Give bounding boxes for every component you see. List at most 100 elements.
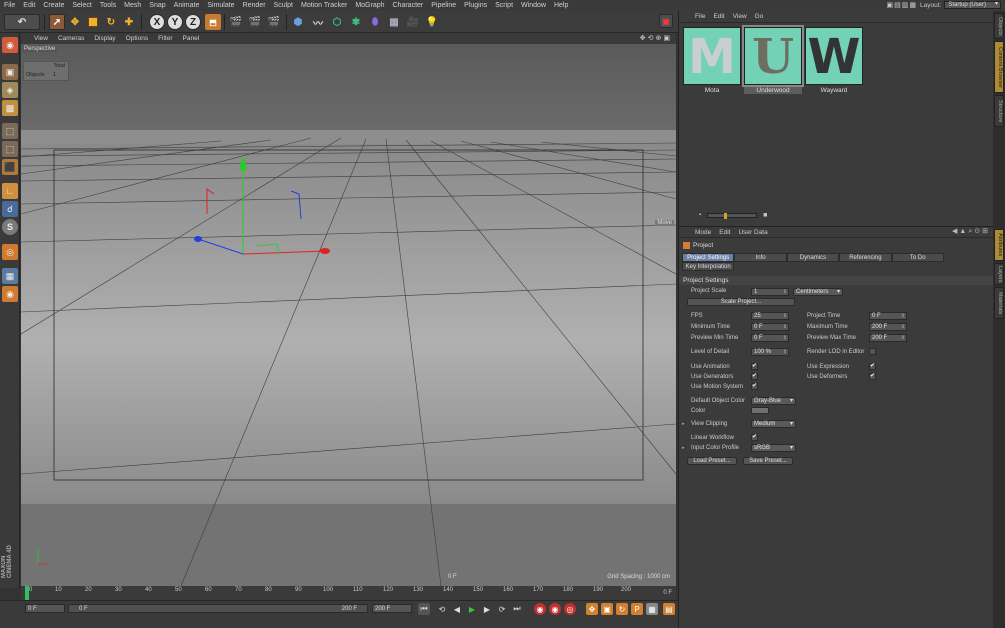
preview-max-time-field[interactable]: 200 F ⇕ [869,334,907,342]
parameter-track-button[interactable]: P [631,603,643,615]
menu-render[interactable]: Render [239,2,270,9]
viewport-menu-view[interactable]: View [29,35,53,42]
tab-objects[interactable]: Objects [994,13,1004,39]
tab-layers[interactable]: Layers [994,263,1004,285]
last-tool-button[interactable]: ✚ [121,14,137,30]
tab-dynamics[interactable]: Dynamics [786,253,840,262]
color-swatch[interactable] [751,407,769,414]
viewport-panel[interactable]: View Cameras Display Options Filter Pane… [21,33,676,586]
edges-mode-button[interactable]: ⬚ [2,141,18,157]
rotation-track-button[interactable]: ↻ [616,603,628,615]
render-view-button[interactable]: 🎬 [228,14,244,30]
use-expression-checkbox[interactable]: ✔ [869,363,876,370]
default-object-color-select[interactable]: Gray-Blue [751,397,796,405]
next-key-button[interactable]: ⟳ [496,603,508,615]
load-preset-button[interactable]: Load Preset... [687,457,737,465]
stepper-icon[interactable]: ⇕ [901,313,905,320]
timeline-ruler[interactable]: 0 10 20 30 40 50 60 70 80 90 100 110 120… [21,586,676,600]
cb-menu-edit[interactable]: Edit [709,13,728,20]
stepper-icon[interactable]: ⇕ [901,335,905,342]
use-deformers-checkbox[interactable]: ✔ [869,373,876,380]
previous-frame-button[interactable]: ◀ [451,603,463,615]
tab-attributes[interactable]: Attributes [994,229,1004,261]
viewport-nav-icons[interactable]: ✥⟲⊕▣ [640,34,672,42]
coordinate-system-button[interactable]: ⬒ [205,14,221,30]
linear-workflow-checkbox[interactable]: ✔ [751,434,758,441]
workplane-mode-button[interactable]: ▩ [2,100,18,116]
points-mode-button[interactable]: ⬚ [2,123,18,139]
axis-y-button[interactable]: Y [167,14,183,30]
use-generators-checkbox[interactable]: ✔ [751,373,758,380]
tab-info[interactable]: Info [734,253,787,262]
menu-pipeline[interactable]: Pipeline [427,2,460,9]
start-frame-field[interactable]: 0 F [25,604,65,613]
snap-button[interactable]: S [2,219,18,235]
menu-simulate[interactable]: Simulate [203,2,238,9]
go-to-start-button[interactable]: ⏮ [418,603,430,615]
menu-file[interactable]: File [0,2,19,9]
level-of-detail-field[interactable]: 100 % ⇕ [751,348,789,356]
project-time-field[interactable]: 0 F ⇕ [869,312,907,320]
interactive-render-button[interactable]: ▣ [659,14,673,28]
scale-project-button[interactable]: Scale Project... [687,298,795,306]
tab-key-interpolation[interactable]: Key Interpolation [682,262,735,271]
expand-arrow-icon[interactable]: ▸ [682,445,685,451]
am-menu-mode[interactable]: Mode [691,229,715,236]
model-mode-button[interactable]: ▣ [2,64,18,80]
viewport-menu-display[interactable]: Display [89,35,120,42]
layout-select[interactable]: Startup (User) [944,1,1001,9]
menu-create[interactable]: Create [39,2,68,9]
record-keys-button[interactable]: ◉ [534,603,546,615]
stepper-icon[interactable]: ⇕ [783,335,787,342]
go-to-end-button[interactable]: ⏭ [511,603,523,615]
select-tool-button[interactable]: ➚ [49,14,65,30]
spline-pen-button[interactable]: 〰 [310,14,326,30]
tab-project-settings[interactable]: Project Settings [682,253,735,262]
menu-tools[interactable]: Tools [96,2,120,9]
point-level-button[interactable]: ▦ [646,603,658,615]
undo-button[interactable]: ↶ [4,14,40,30]
scale-track-button[interactable]: ▣ [601,603,613,615]
make-editable-button[interactable]: ◉ [2,37,18,53]
floor-object-button[interactable]: ▦ [386,14,402,30]
scale-tool-button[interactable] [85,14,101,30]
render-picture-viewer-button[interactable]: 🎬 [247,14,263,30]
expand-arrow-icon[interactable]: ▸ [682,421,685,427]
planar-workplane-button[interactable]: ▦ [2,268,18,284]
light-object-button[interactable]: 💡 [424,14,440,30]
render-lod-checkbox[interactable] [869,348,876,355]
cube-primitive-button[interactable]: ⬢ [290,14,306,30]
stepper-icon[interactable]: ⇕ [901,324,905,331]
move-tool-button[interactable]: ✥ [67,14,83,30]
tab-referencing[interactable]: Referencing [839,253,892,262]
fps-field[interactable]: 25 ⇕ [751,312,789,320]
texture-mode-button[interactable]: ◈ [2,82,18,98]
use-motion-system-checkbox[interactable]: ✔ [751,383,758,390]
axis-z-button[interactable]: Z [185,14,201,30]
end-frame-field[interactable]: 200 F [372,604,412,613]
tab-materials[interactable]: Materials [994,287,1004,319]
tweak-mode-button[interactable]: ☌ [2,201,18,217]
next-frame-button[interactable]: ▶ [481,603,493,615]
save-preset-button[interactable]: Save Preset... [743,457,793,465]
menu-snap[interactable]: Snap [145,2,169,9]
stepper-icon[interactable]: ⇕ [783,324,787,331]
tab-content-browser[interactable]: Content Browser [994,41,1004,93]
menu-plugins[interactable]: Plugins [460,2,491,9]
previous-key-button[interactable]: ⟲ [436,603,448,615]
menu-help[interactable]: Help [550,2,572,9]
slider-handle[interactable] [724,212,728,219]
large-thumb-icon[interactable]: ■ [763,212,767,219]
cb-menu-go[interactable]: Go [751,13,768,20]
array-object-button[interactable]: ✾ [348,14,364,30]
stepper-icon[interactable]: ⇕ [783,349,787,356]
lock-workplane-button[interactable]: ◎ [2,244,18,260]
am-menu-user-data[interactable]: User Data [734,229,771,236]
stepper-icon[interactable]: ⇕ [783,289,787,296]
preview-range-slider[interactable]: 0 F 200 F [68,604,368,613]
thumbnail-underwood[interactable]: U [742,25,804,87]
timeline-window-button[interactable]: ▤ [663,603,675,615]
layout-icons[interactable]: ▣▤▥▦ [887,1,917,9]
menu-sculpt[interactable]: Sculpt [270,2,297,9]
menu-window[interactable]: Window [517,2,550,9]
